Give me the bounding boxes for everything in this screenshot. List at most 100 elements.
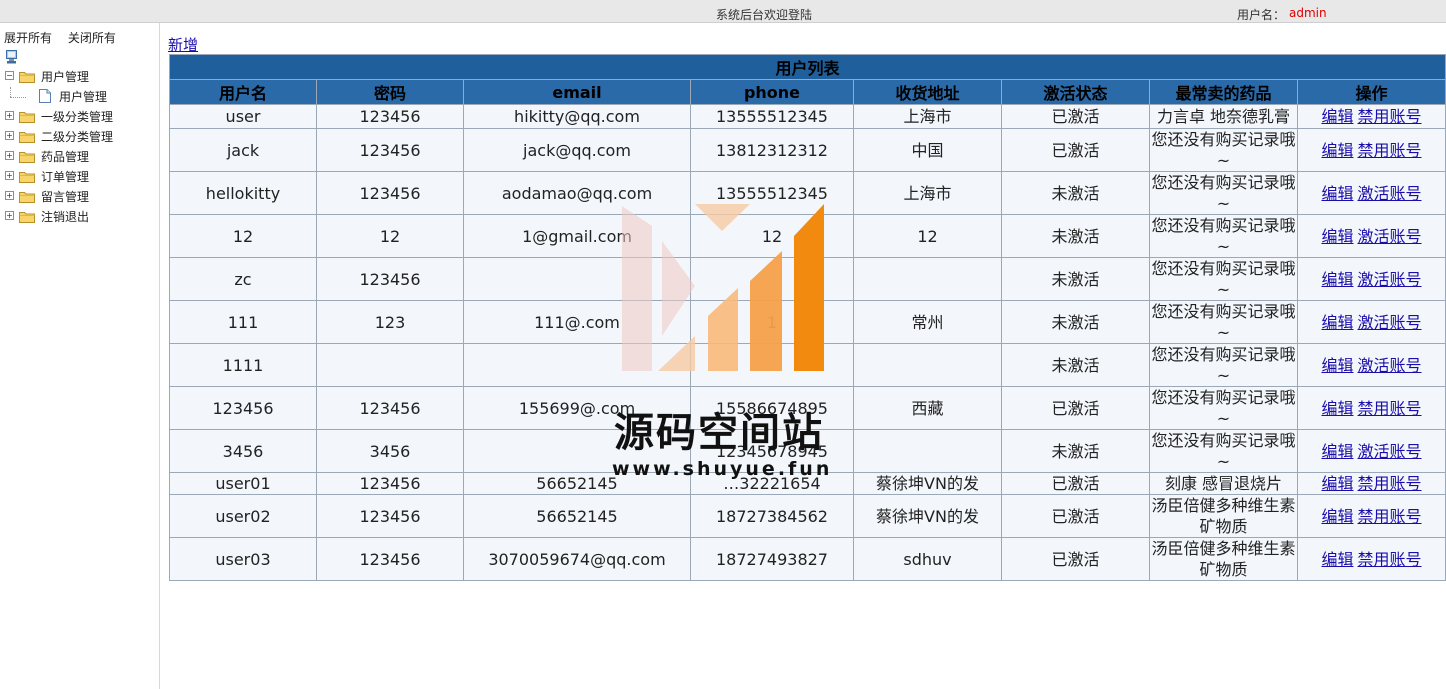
cell-phone: 13812312312 <box>690 128 854 172</box>
cell-username: 111 <box>169 300 317 344</box>
tree-node-label[interactable]: 留言管理 <box>41 188 89 206</box>
cell-top-drug: 您还没有购买记录哦~ <box>1149 128 1298 172</box>
cell-operations: 编辑 禁用账号 <box>1296 494 1446 538</box>
cell-top-drug: 您还没有购买记录哦~ <box>1149 429 1298 473</box>
column-header: 激活状态 <box>1001 79 1150 105</box>
expand-toggle-icon[interactable]: + <box>5 151 14 160</box>
collapse-all-link[interactable]: 关闭所有 <box>68 31 116 45</box>
cell-email: 111@.com <box>463 300 691 344</box>
edit-link[interactable]: 编辑 <box>1321 442 1353 461</box>
cell-operations: 编辑 激活账号 <box>1296 171 1446 215</box>
cell-username: 3456 <box>169 429 317 473</box>
watermark-title: 源码空间站 <box>614 410 824 456</box>
toggle-account-link[interactable]: 禁用账号 <box>1358 141 1422 160</box>
cell-email: 56652145 <box>463 494 691 538</box>
toggle-account-link[interactable]: 激活账号 <box>1358 270 1422 289</box>
cell-phone: 13555512345 <box>690 104 854 129</box>
cell-top-drug: 您还没有购买记录哦~ <box>1149 386 1298 430</box>
table-row: 1111 未激活 您还没有购买记录哦~ 编辑 激活账号 <box>169 343 1446 387</box>
cell-password: 123456 <box>316 472 464 495</box>
column-header: 密码 <box>316 79 464 105</box>
expand-toggle-icon[interactable]: + <box>5 131 14 140</box>
cell-email: aodamao@qq.com <box>463 171 691 215</box>
expand-toggle-icon[interactable]: + <box>5 211 14 220</box>
cell-top-drug: 您还没有购买记录哦~ <box>1149 300 1298 344</box>
cell-password: 123456 <box>316 386 464 430</box>
edit-link[interactable]: 编辑 <box>1321 270 1353 289</box>
collapse-toggle-icon[interactable]: − <box>5 71 14 80</box>
edit-link[interactable]: 编辑 <box>1321 474 1353 493</box>
cell-address: 常州 <box>853 300 1002 344</box>
cell-address <box>853 429 1002 473</box>
toggle-account-link[interactable]: 禁用账号 <box>1358 474 1422 493</box>
cell-status: 未激活 <box>1001 171 1150 215</box>
edit-link[interactable]: 编辑 <box>1321 107 1353 126</box>
cell-phone: 18727384562 <box>690 494 854 538</box>
folder-icon <box>19 150 35 168</box>
cell-password: 12 <box>316 214 464 258</box>
cell-username: user03 <box>169 537 317 581</box>
edit-link[interactable]: 编辑 <box>1321 141 1353 160</box>
edit-link[interactable]: 编辑 <box>1321 399 1353 418</box>
tree-node-label[interactable]: 注销退出 <box>41 208 89 226</box>
cell-operations: 编辑 禁用账号 <box>1296 386 1446 430</box>
table-row: user 123456 hikitty@qq.com 13555512345 上海市 已激… <box>169 104 1446 129</box>
expand-all-link[interactable]: 展开所有 <box>4 31 52 45</box>
edit-link[interactable]: 编辑 <box>1321 184 1353 203</box>
toggle-account-link[interactable]: 激活账号 <box>1358 356 1422 375</box>
cell-email: jack@qq.com <box>463 128 691 172</box>
cell-status: 已激活 <box>1001 128 1150 172</box>
column-header: phone <box>690 79 854 105</box>
tree-line <box>10 87 11 97</box>
edit-link[interactable]: 编辑 <box>1321 507 1353 526</box>
cell-operations: 编辑 禁用账号 <box>1296 128 1446 172</box>
column-header: email <box>463 79 691 105</box>
cell-phone <box>690 343 854 387</box>
cell-phone: 12 <box>690 214 854 258</box>
cell-email <box>463 257 691 301</box>
top-bar: 系统后台欢迎登陆 用户名： admin <box>0 0 1446 23</box>
table-body: user 123456 hikitty@qq.com 13555512345 上海市 已激… <box>169 104 1446 581</box>
cell-status: 未激活 <box>1001 300 1150 344</box>
toggle-account-link[interactable]: 激活账号 <box>1358 442 1422 461</box>
cell-top-drug: 刻康 感冒退烧片 <box>1149 472 1298 495</box>
cell-password <box>316 343 464 387</box>
username-label: 用户名： <box>1237 8 1286 22</box>
toggle-account-link[interactable]: 激活账号 <box>1358 313 1422 332</box>
toggle-account-link[interactable]: 激活账号 <box>1358 184 1422 203</box>
cell-status: 未激活 <box>1001 257 1150 301</box>
table-row: user02 123456 56652145 18727384562 蔡徐坤VN的发 已激… <box>169 494 1446 538</box>
edit-link[interactable]: 编辑 <box>1321 313 1353 332</box>
edit-link[interactable]: 编辑 <box>1321 356 1353 375</box>
edit-link[interactable]: 编辑 <box>1321 227 1353 246</box>
toggle-account-link[interactable]: 禁用账号 <box>1358 107 1422 126</box>
cell-username: zc <box>169 257 317 301</box>
cell-operations: 编辑 激活账号 <box>1296 429 1446 473</box>
folder-icon <box>19 210 35 228</box>
toggle-account-link[interactable]: 禁用账号 <box>1358 507 1422 526</box>
cell-username: jack <box>169 128 317 172</box>
expand-toggle-icon[interactable]: + <box>5 191 14 200</box>
cell-address: 蔡徐坤VN的发 <box>853 472 1002 495</box>
tree-node-label[interactable]: 药品管理 <box>41 148 89 166</box>
expand-controls: 展开所有 关闭所有 <box>4 29 128 46</box>
toggle-account-link[interactable]: 禁用账号 <box>1358 399 1422 418</box>
cell-status: 已激活 <box>1001 386 1150 430</box>
toggle-account-link[interactable]: 禁用账号 <box>1358 550 1422 569</box>
add-user-link[interactable]: 新增 <box>168 34 198 55</box>
tree-node-label[interactable]: 二级分类管理 <box>41 128 113 146</box>
tree-child-label[interactable]: 用户管理 <box>59 88 107 105</box>
cell-operations: 编辑 禁用账号 <box>1296 537 1446 581</box>
table-caption: 用户列表 <box>168 54 1446 80</box>
expand-toggle-icon[interactable]: + <box>5 171 14 180</box>
cell-email: hikitty@qq.com <box>463 104 691 129</box>
toggle-account-link[interactable]: 激活账号 <box>1358 227 1422 246</box>
tree-node-label[interactable]: 订单管理 <box>41 168 89 186</box>
cell-top-drug: 汤臣倍健多种维生素矿物质 <box>1149 494 1298 538</box>
cell-status: 已激活 <box>1001 537 1150 581</box>
tree-node-label[interactable]: 用户管理 <box>41 68 89 86</box>
expand-toggle-icon[interactable]: + <box>5 111 14 120</box>
edit-link[interactable]: 编辑 <box>1321 550 1353 569</box>
tree-node-label[interactable]: 一级分类管理 <box>41 108 113 126</box>
cell-password: 123456 <box>316 257 464 301</box>
